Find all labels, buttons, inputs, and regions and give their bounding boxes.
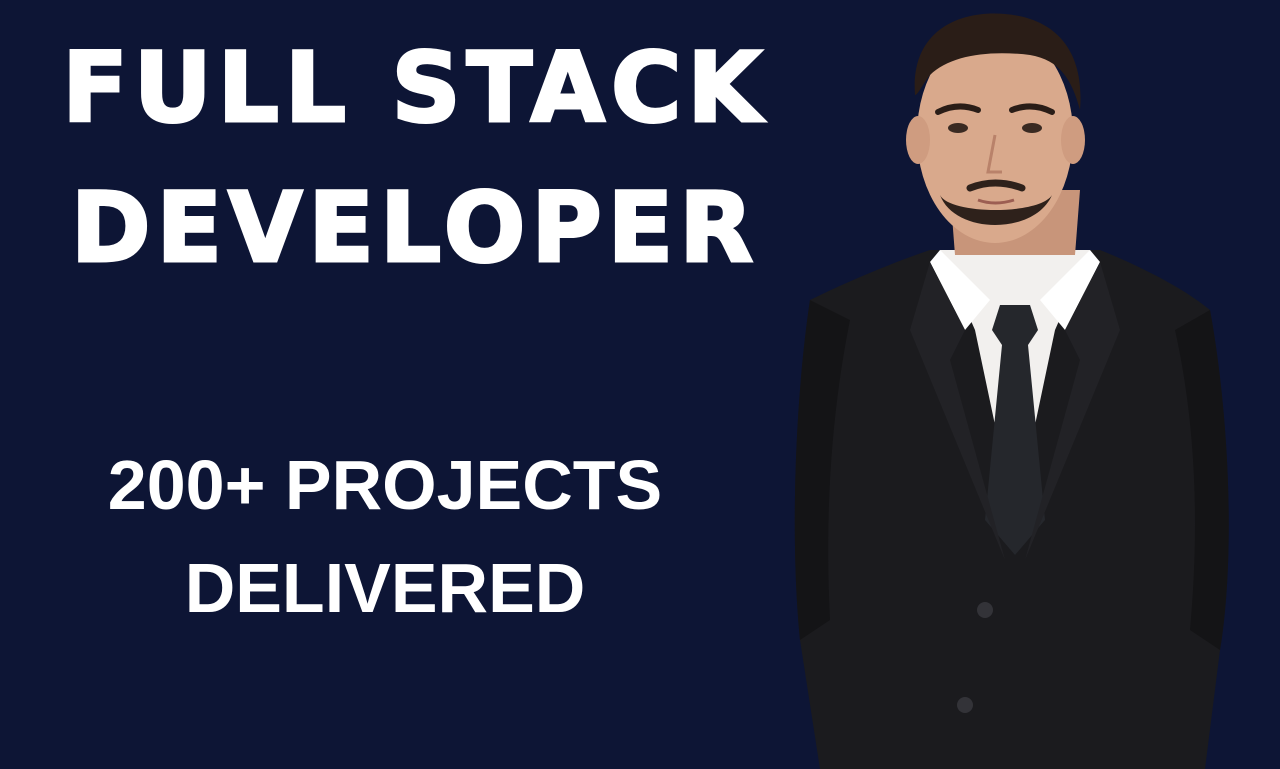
- ear-right: [1061, 116, 1085, 164]
- jacket-button-1: [977, 602, 993, 618]
- eye-right: [1022, 123, 1042, 133]
- subline-line-1: 200+ PROJECTS: [107, 446, 663, 524]
- headline-line-1: FULL STACK: [61, 32, 768, 144]
- eye-left: [948, 123, 968, 133]
- gig-banner: FULL STACK DEVELOPER 200+ PROJECTS DELIV…: [0, 0, 1280, 769]
- headline-line-2: DEVELOPER: [69, 172, 760, 284]
- jacket-button-2: [957, 697, 973, 713]
- portrait-photo: [794, 13, 1229, 769]
- ear-left: [906, 116, 930, 164]
- subline-line-2: DELIVERED: [184, 549, 586, 627]
